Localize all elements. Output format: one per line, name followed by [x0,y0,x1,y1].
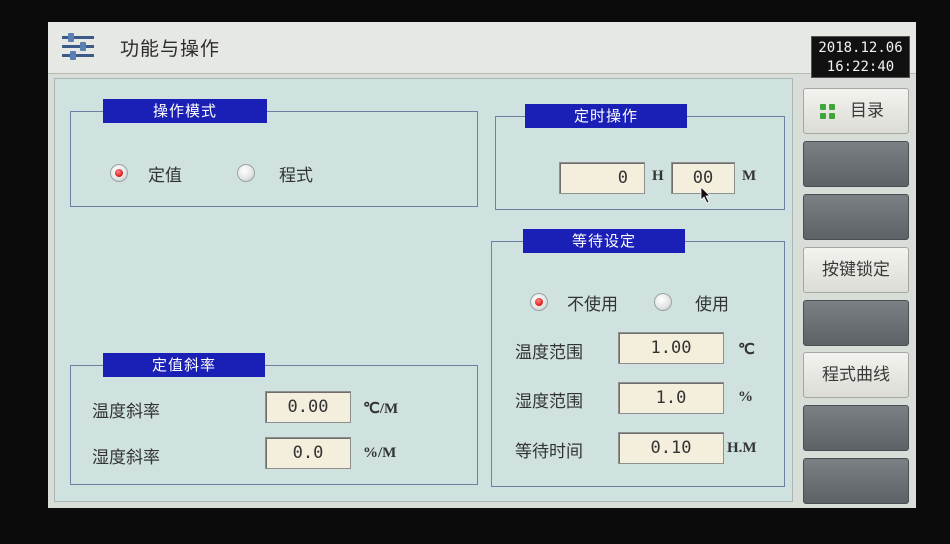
key-lock-button[interactable]: 按键锁定 [803,247,909,293]
wait-time-field[interactable]: 0.10 [618,432,724,464]
menu-button[interactable]: 目录 [803,88,909,134]
humidity-ramp-field[interactable]: 0.0 [265,437,351,469]
timer-minutes-unit: M [742,168,757,184]
timer-title: 定时操作 [525,104,687,128]
humidity-range-label: 湿度范围 [515,392,583,412]
humidity-range-field[interactable]: 1.0 [618,382,724,414]
date-text: 2018.12.06 [818,40,903,56]
mouse-cursor-icon [700,186,711,204]
radio-fixed-value-label: 定值 [148,166,182,186]
main-panel: 操作模式 定值 程式 定时操作 0 H 00 M 等待设定 不使用 使用 温度范… [54,78,793,502]
wait-time-unit: H.M [727,440,757,456]
timer-hours-unit: H [652,168,664,184]
temp-ramp-label: 温度斜率 [92,402,160,422]
humidity-ramp-label: 湿度斜率 [92,448,160,468]
radio-fixed-value[interactable] [110,164,128,182]
temp-range-unit: ℃ [738,342,755,358]
temp-range-field[interactable]: 1.00 [618,332,724,364]
temp-ramp-field[interactable]: 0.00 [265,391,351,423]
radio-wait-on[interactable] [654,293,672,311]
temp-range-label: 温度范围 [515,343,583,363]
radio-wait-off-label: 不使用 [567,295,618,315]
time-text: 16:22:40 [826,59,895,75]
radio-wait-on-label: 使用 [695,295,729,315]
datetime-display: 2018.12.06 16:22:40 [811,36,910,78]
operation-mode-group [70,111,478,207]
operation-mode-title: 操作模式 [103,99,267,123]
humidity-range-unit: % [738,389,753,405]
page-title: 功能与操作 [120,38,221,60]
hmi-screen: 功能与操作 2018.12.06 16:22:40 操作模式 定值 程式 定时操… [48,22,916,508]
side-button-8[interactable] [803,458,909,504]
wait-time-label: 等待时间 [515,442,583,462]
side-button-5[interactable] [803,300,909,346]
grid-dots-icon [820,104,836,120]
title-bar: 功能与操作 [48,22,916,74]
ramp-title: 定值斜率 [103,353,265,377]
timer-hours-field[interactable]: 0 [559,162,645,194]
wait-settings-title: 等待设定 [523,229,685,253]
radio-wait-off[interactable] [530,293,548,311]
radio-program[interactable] [237,164,255,182]
radio-program-label: 程式 [279,166,313,186]
humidity-ramp-unit: %/M [363,445,397,461]
side-button-3[interactable] [803,194,909,240]
settings-sliders-icon[interactable] [60,32,96,62]
side-button-7[interactable] [803,405,909,451]
temp-ramp-unit: ℃/M [363,401,399,417]
menu-button-label: 目录 [850,101,884,121]
side-button-2[interactable] [803,141,909,187]
program-curve-button[interactable]: 程式曲线 [803,352,909,398]
